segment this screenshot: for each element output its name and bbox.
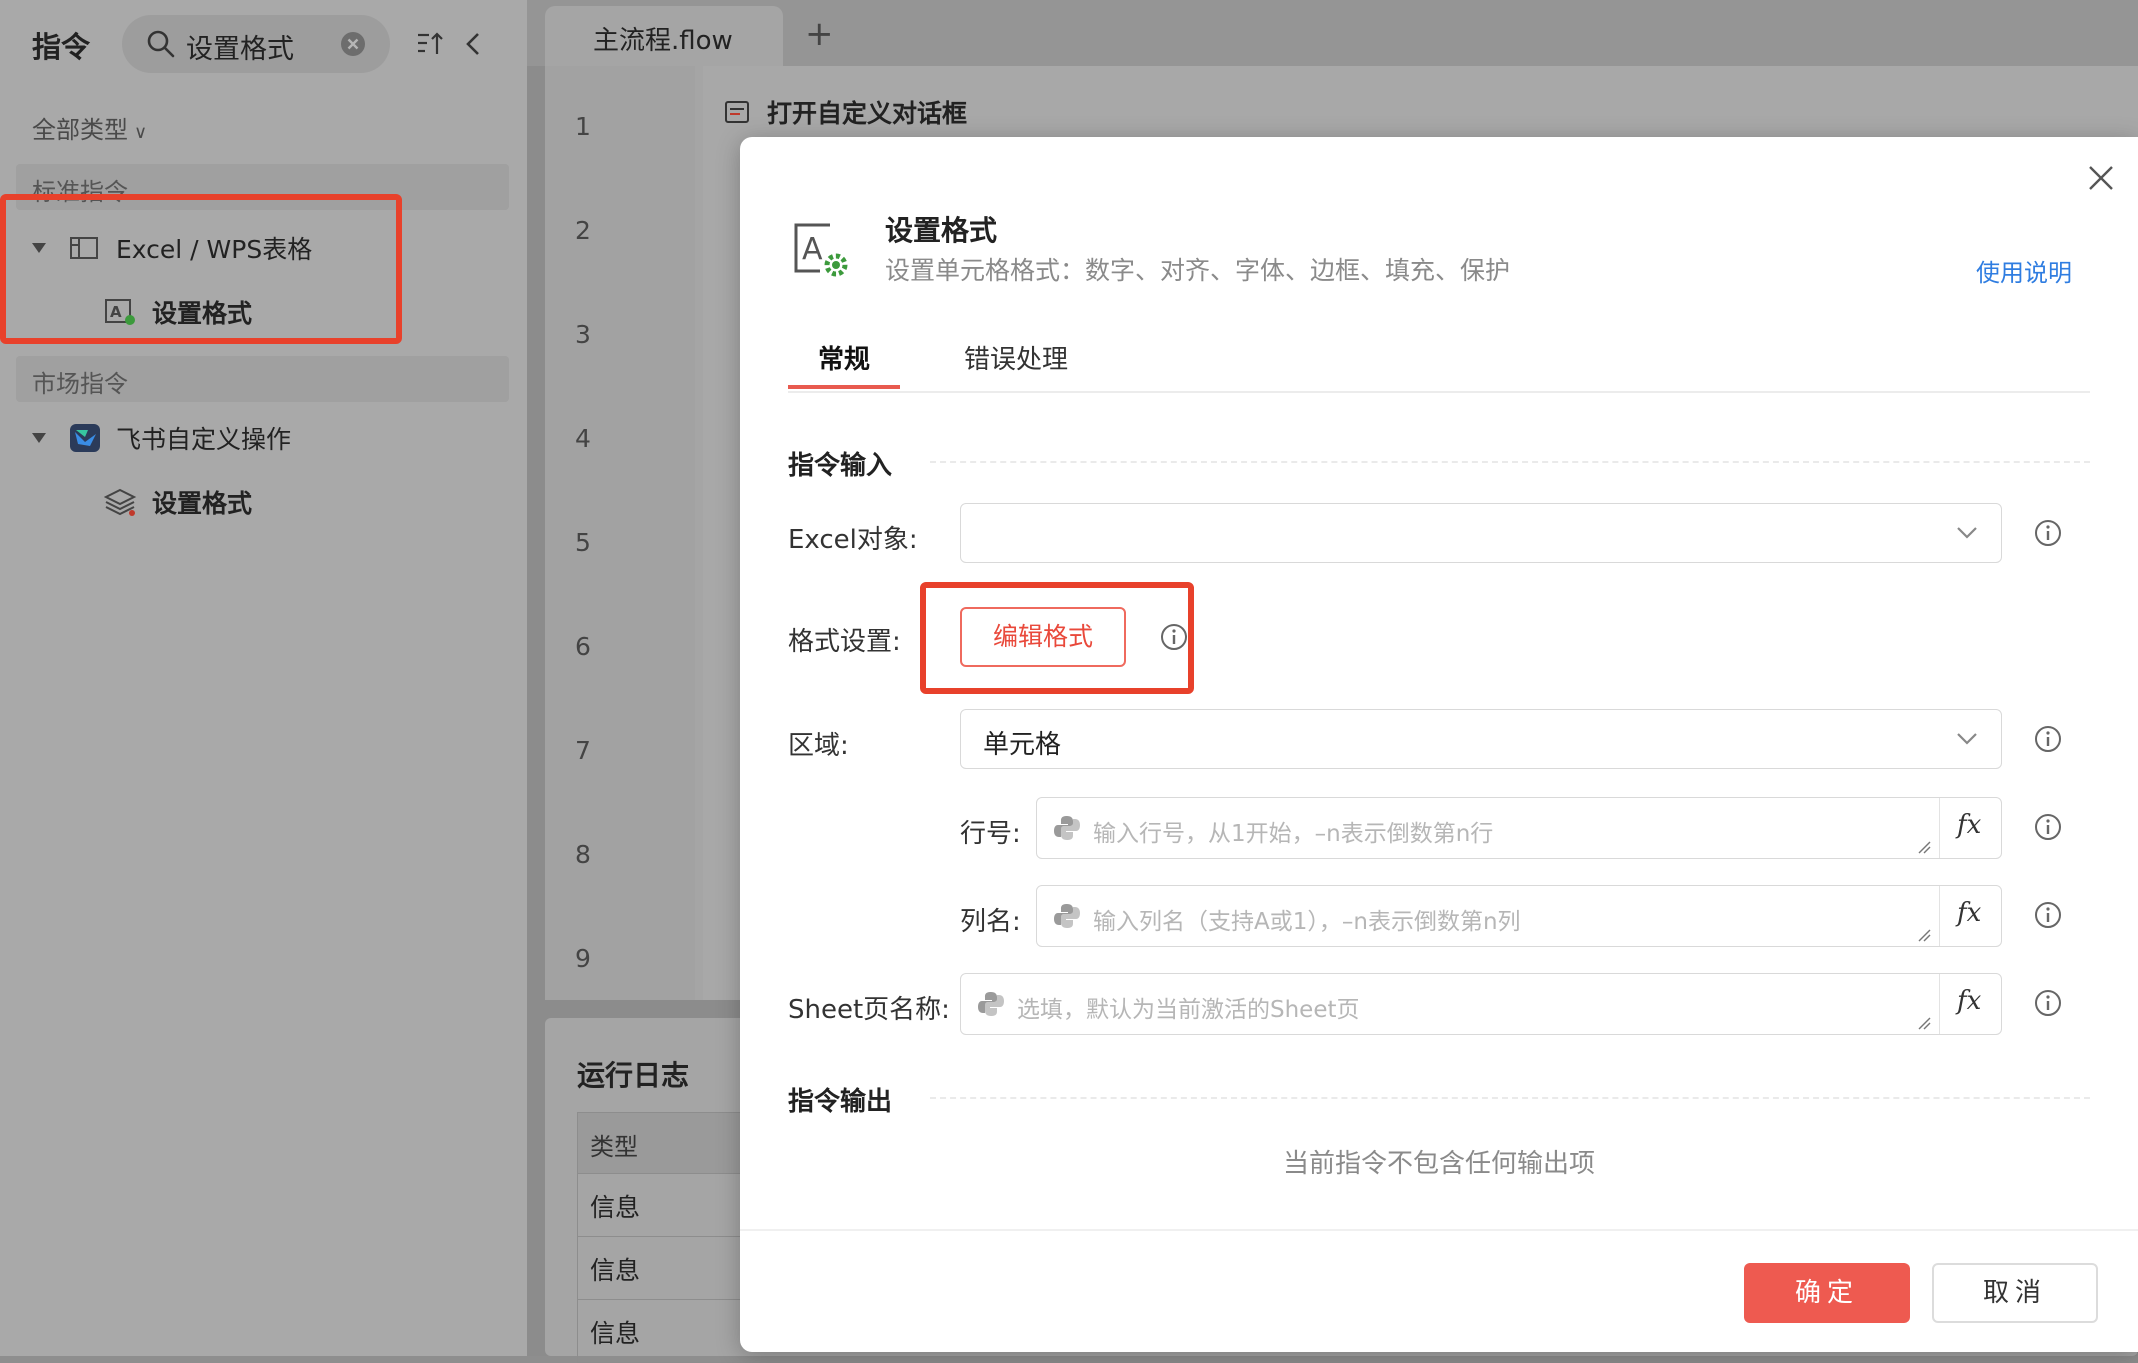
line-number: 9 [575, 944, 591, 973]
line-number: 1 [575, 112, 591, 141]
range-select[interactable]: 单元格 [960, 709, 2002, 769]
tab-strip: 主流程.flow + [527, 0, 2138, 66]
range-label: 区域: [788, 731, 849, 761]
svg-text:A: A [802, 232, 823, 267]
confirm-button[interactable]: 确定 [1744, 1263, 1910, 1323]
dialog-title: 设置格式 [885, 214, 998, 247]
cancel-button[interactable]: 取消 [1932, 1263, 2098, 1323]
line-number: 3 [575, 320, 591, 349]
type-filter-dropdown[interactable]: 全部类型 ∨ [32, 110, 147, 145]
log-type-cell: 信息 [590, 1256, 641, 1285]
search-icon [147, 30, 175, 58]
sheet-name-placeholder: 选填，默认为当前激活的Sheet页 [1017, 997, 1360, 1023]
log-column-type: 类型 [590, 1133, 638, 1161]
chevron-down-icon [1957, 527, 1977, 539]
python-icon [978, 992, 1004, 1016]
log-type-cell: 信息 [590, 1193, 641, 1222]
sort-icon[interactable] [416, 30, 446, 58]
tree-item-label: 设置格式 [152, 489, 253, 518]
section-label: 市场指令 [32, 370, 128, 398]
dialog-tabs: 常规 错误处理 [788, 327, 2090, 393]
line-number: 2 [575, 216, 591, 245]
info-icon[interactable] [2034, 901, 2062, 929]
panel-title: 指令 [32, 30, 91, 64]
row-number-placeholder: 输入行号，从1开始，–n表示倒数第n行 [1093, 821, 1494, 847]
output-section-title: 指令输出 [788, 1087, 893, 1117]
sheet-name-input[interactable]: 选填，默认为当前激活的Sheet页 fx [960, 973, 2002, 1035]
excel-object-select[interactable] [960, 503, 2002, 563]
line-number: 8 [575, 840, 591, 869]
tree-group-feishu[interactable]: 飞书自定义操作 [32, 420, 291, 456]
dialog-footer: 确定 取消 [740, 1229, 2138, 1354]
line-number: 6 [575, 632, 591, 661]
format-settings-label: 格式设置: [788, 627, 901, 657]
search-value: 设置格式 [186, 34, 294, 65]
tab-label: 主流程.flow [593, 26, 733, 56]
python-icon [1054, 904, 1080, 928]
section-market-commands: 市场指令 [16, 356, 509, 402]
column-name-label: 列名: [960, 907, 1021, 937]
tab-general[interactable]: 常规 [818, 339, 870, 376]
help-link[interactable]: 使用说明 [1976, 253, 2072, 288]
command-panel: 指令 设置格式 全部类型 ∨ 标准指令 Excel / WPS表格 A 设置格式… [0, 0, 527, 1356]
chevron-down-icon [1957, 733, 1977, 745]
highlight-box-edit-format [920, 582, 1194, 694]
info-icon[interactable] [2034, 813, 2062, 841]
section-divider [930, 1097, 2090, 1099]
log-title: 运行日志 [577, 1059, 690, 1092]
search-input[interactable]: 设置格式 [122, 15, 390, 73]
chevron-down-icon: ∨ [134, 122, 148, 143]
clear-search-icon[interactable] [340, 31, 366, 57]
info-icon[interactable] [2034, 989, 2062, 1017]
formula-fx-icon[interactable]: fx [1957, 898, 1981, 928]
resize-handle-icon[interactable] [1917, 840, 1931, 854]
fx-separator [1939, 974, 1940, 1034]
collapse-panel-icon[interactable] [462, 30, 484, 58]
line-gutter: 1 2 3 4 5 6 7 8 9 [545, 66, 695, 1000]
info-icon[interactable] [2034, 725, 2062, 753]
active-tab-indicator [788, 385, 900, 389]
tab-error-handling[interactable]: 错误处理 [964, 339, 1068, 376]
set-format-command-icon: A [794, 223, 848, 277]
close-icon[interactable] [2086, 163, 2116, 193]
no-output-message: 当前指令不包含任何输出项 [1282, 1149, 1595, 1179]
step-label: 打开自定义对话框 [767, 99, 968, 128]
highlight-box-tree [0, 194, 402, 344]
sheet-name-label: Sheet页名称: [788, 995, 950, 1025]
fx-separator [1939, 886, 1940, 946]
fx-separator [1939, 798, 1940, 858]
formula-fx-icon[interactable]: fx [1957, 986, 1981, 1016]
column-name-input[interactable]: 输入列名（支持A或1），–n表示倒数第n列 fx [1036, 885, 2002, 947]
python-icon [1054, 816, 1080, 840]
line-number: 4 [575, 424, 591, 453]
range-value: 单元格 [983, 730, 1062, 760]
dialog-icon [725, 101, 749, 123]
line-number: 7 [575, 736, 591, 765]
dialog-subtitle: 设置单元格格式：数字、对齐、字体、边框、填充、保护 [885, 256, 1511, 285]
layers-icon [104, 488, 137, 516]
log-type-cell: 信息 [590, 1319, 641, 1348]
expand-triangle-icon [32, 433, 46, 443]
section-divider [930, 461, 2090, 463]
info-icon[interactable] [2034, 519, 2062, 547]
tree-item-set-format-feishu[interactable]: 设置格式 [104, 484, 252, 520]
column-name-placeholder: 输入列名（支持A或1），–n表示倒数第n列 [1093, 909, 1521, 935]
resize-handle-icon[interactable] [1917, 1016, 1931, 1030]
flow-step-1[interactable]: 打开自定义对话框 [723, 94, 967, 130]
excel-object-label: Excel对象: [788, 525, 918, 555]
line-number: 5 [575, 528, 591, 557]
feishu-logo-icon [70, 424, 100, 452]
type-filter-label: 全部类型 [32, 116, 128, 144]
row-number-input[interactable]: 输入行号，从1开始，–n表示倒数第n行 fx [1036, 797, 2002, 859]
set-format-dialog: A 设置格式 设置单元格格式：数字、对齐、字体、边框、填充、保护 使用说明 常规… [740, 137, 2138, 1352]
tree-group-label: 飞书自定义操作 [116, 425, 292, 454]
tab-main-flow[interactable]: 主流程.flow [545, 6, 783, 66]
row-number-label: 行号: [960, 819, 1021, 849]
formula-fx-icon[interactable]: fx [1957, 810, 1981, 840]
resize-handle-icon[interactable] [1917, 928, 1931, 942]
add-tab-button[interactable]: + [805, 14, 834, 54]
input-section-title: 指令输入 [788, 451, 893, 481]
